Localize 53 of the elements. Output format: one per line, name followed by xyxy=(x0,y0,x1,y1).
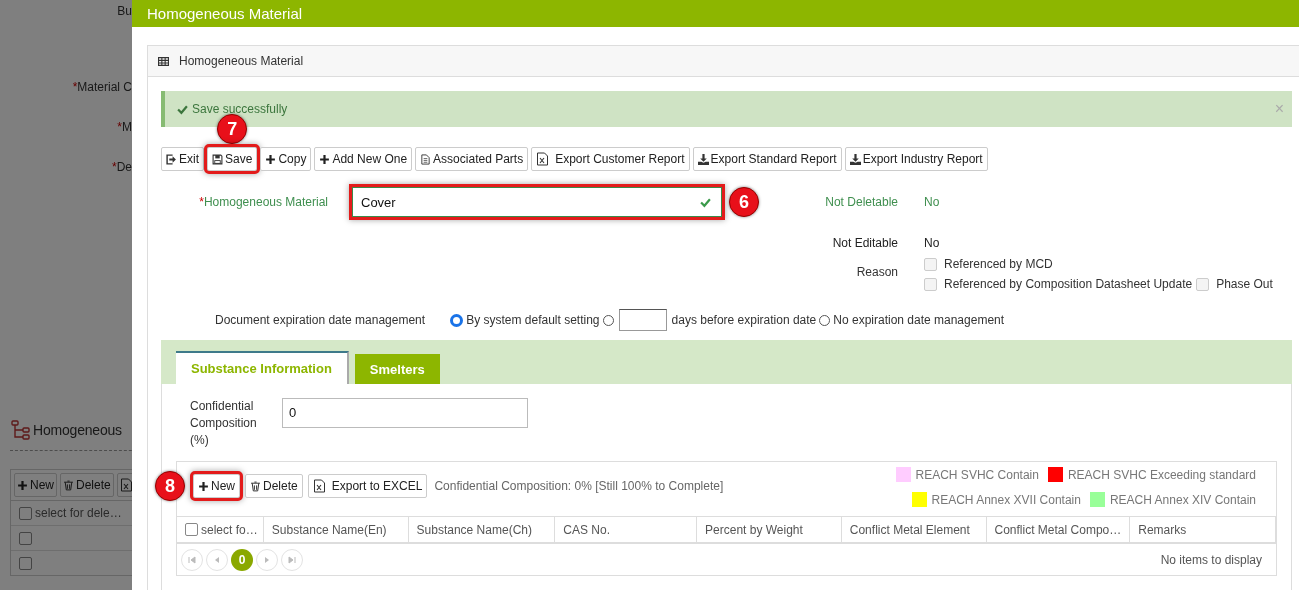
field-label: Bu xyxy=(116,3,132,19)
column-header: Conflict Metal Element xyxy=(849,522,970,537)
legend-label: REACH SVHC Contain xyxy=(915,467,1039,482)
step-number-badge: 6 xyxy=(729,187,759,217)
alert-message: Save successfully xyxy=(192,102,288,116)
radio-label: By system default setting xyxy=(466,313,600,327)
step-number-badge: 8 xyxy=(155,471,185,501)
field-label: *De xyxy=(111,159,132,175)
status-label: Not Deletable xyxy=(824,194,898,211)
legend-label: REACH Annex XIV Contain xyxy=(1109,492,1256,507)
toolbar-button[interactable]: Export Customer Report xyxy=(531,147,690,171)
section-title: Homogeneous xyxy=(33,422,122,438)
column-header: select for dele… xyxy=(35,506,122,520)
status-value: No xyxy=(924,194,941,211)
status-value: No xyxy=(924,235,941,251)
column-header: Conflict Metal Compo… xyxy=(994,522,1122,537)
toolbar-button[interactable]: Add New One xyxy=(314,147,413,171)
column-header: CAS No. xyxy=(563,522,610,537)
legend-label: REACH SVHC Exceeding standard xyxy=(1067,467,1256,482)
checkbox-label: Referenced by Composition Datasheet Update xyxy=(944,277,1193,291)
toolbar-button[interactable]: Export to EXCEL xyxy=(307,474,428,498)
column-header: select fo… xyxy=(201,522,258,537)
field-label: *Homogeneous Material xyxy=(198,194,328,211)
radio-label: days before expiration date xyxy=(671,313,817,327)
composition-summary: Confidential Composition: 0% [Still 100% to Complete] xyxy=(434,479,724,493)
toolbar-button[interactable]: Delete xyxy=(60,473,114,497)
checkbox-label: Referenced by MCD xyxy=(944,257,1053,271)
panel-title: Homogeneous Material xyxy=(179,54,304,68)
field-label: *M xyxy=(116,119,132,135)
toolbar-button[interactable]: Save xyxy=(207,147,258,171)
toolbar-button[interactable]: Copy xyxy=(260,147,312,171)
column-header: Substance Name(En) xyxy=(271,522,387,537)
toolbar-button[interactable]: Exit xyxy=(161,147,204,171)
column-header: Percent by Weight xyxy=(705,522,803,537)
toolbar-button[interactable]: Delete xyxy=(245,474,303,498)
dialog-title: Homogeneous Material xyxy=(147,5,303,22)
toolbar-button[interactable]: Export Standard Report xyxy=(692,147,842,171)
field-label: *Material C xyxy=(71,79,132,95)
column-header: Substance Name(Ch) xyxy=(416,522,532,537)
field-label: Confidential Composition (%) xyxy=(190,398,258,449)
toolbar-button[interactable]: Export Industry Report xyxy=(844,147,988,171)
column-header: Remarks xyxy=(1138,522,1187,537)
status-label: Not Editable xyxy=(831,235,898,251)
reason-label: Reason xyxy=(855,265,898,279)
legend-label: REACH Annex XVII Contain xyxy=(931,492,1081,507)
radio-label: No expiration date management xyxy=(833,313,1005,327)
field-label: Document expiration date management xyxy=(215,313,426,327)
toolbar-button[interactable]: New xyxy=(193,474,240,498)
checkbox-label: Phase Out xyxy=(1216,277,1273,291)
text-field[interactable]: 0 xyxy=(282,398,528,428)
empty-message: No items to display xyxy=(1160,552,1263,567)
toolbar-button[interactable]: Associated Parts xyxy=(415,147,529,171)
toolbar-button[interactable]: New xyxy=(14,473,57,497)
